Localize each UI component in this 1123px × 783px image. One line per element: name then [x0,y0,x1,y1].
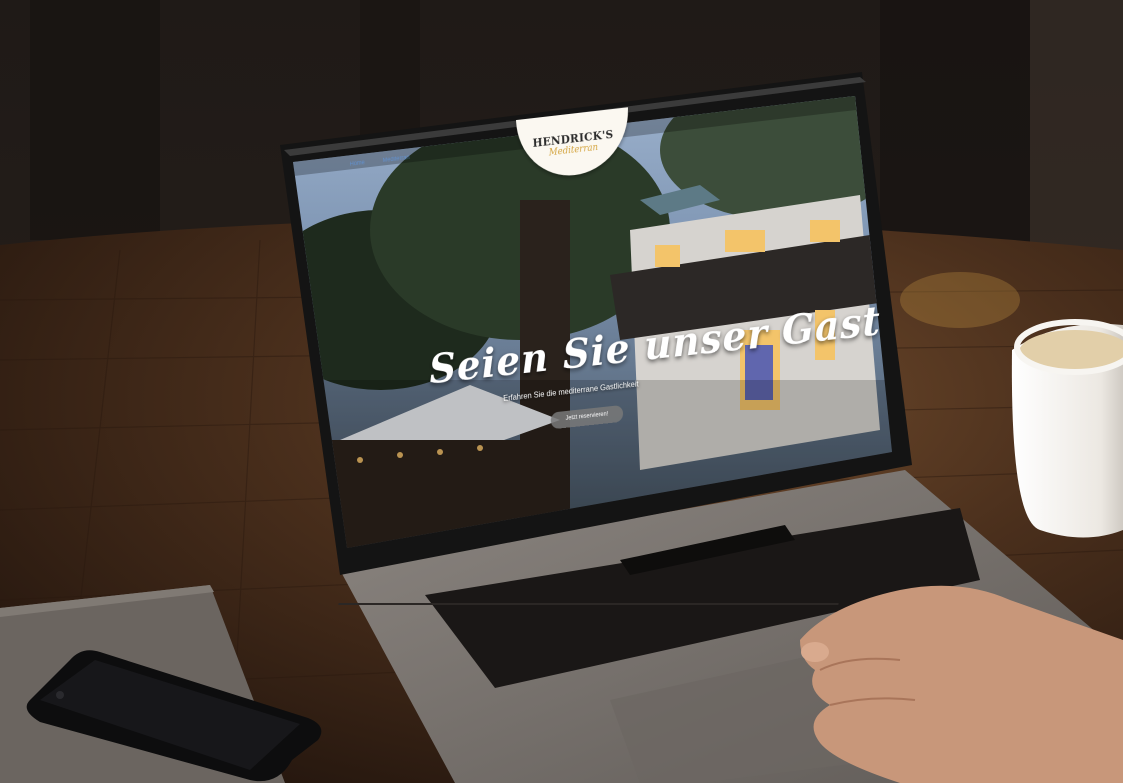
hero-title: Seien Sie unser Gast [427,297,882,394]
website-homepage: Home Mediterran HENDRICK'S Mediterran Se… [293,97,881,527]
coffee-cup [1011,319,1123,538]
reserve-button[interactable]: Jetzt reservieren! [550,404,624,430]
photo-scene: Home Mediterran HENDRICK'S Mediterran Se… [0,0,1123,783]
nav-link-home[interactable]: Home [350,160,365,168]
nav-link-mediterran[interactable]: Mediterran [382,155,409,164]
restaurant-logo[interactable]: HENDRICK'S Mediterran [516,107,631,182]
